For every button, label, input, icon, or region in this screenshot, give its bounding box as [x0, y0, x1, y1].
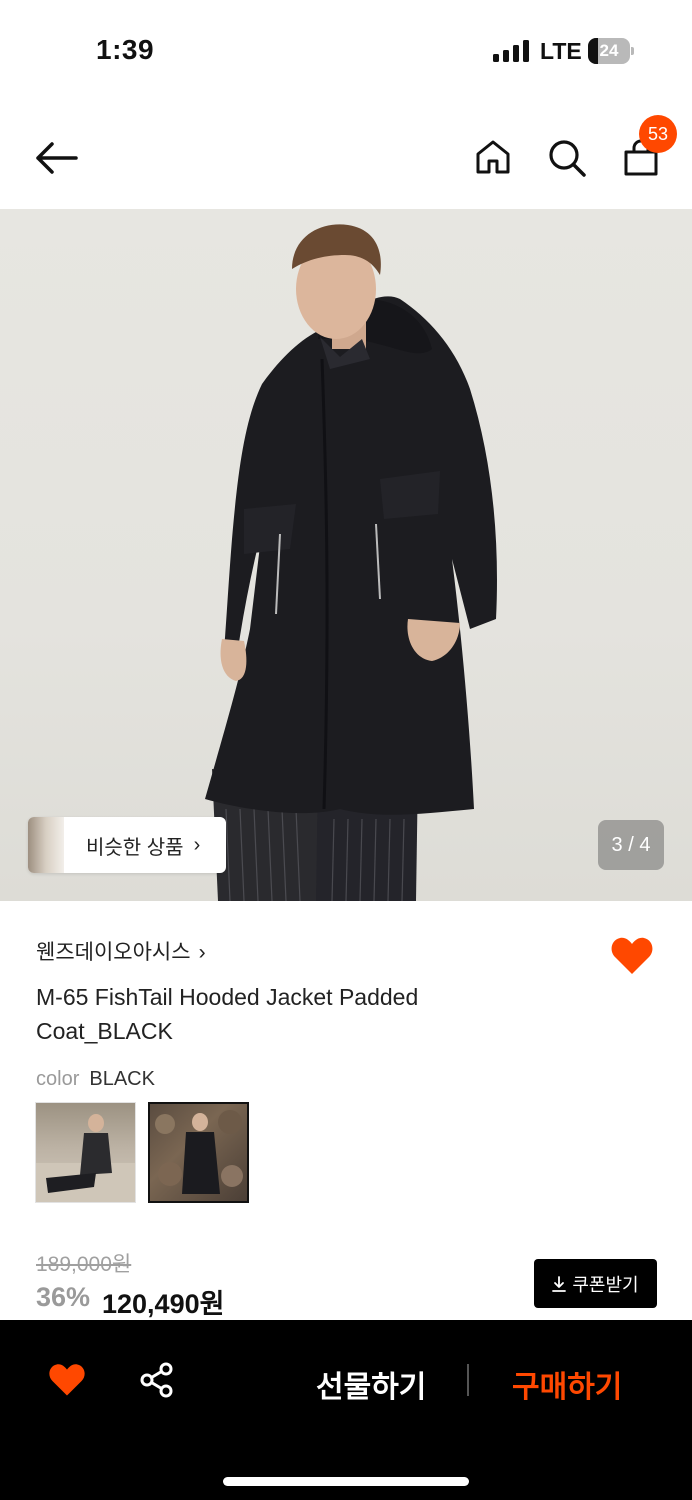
buy-button[interactable]: 구매하기	[512, 1362, 622, 1406]
original-price: 189,000원	[36, 1253, 132, 1276]
brand-link[interactable]: 웬즈데이오아시스 ›	[36, 936, 206, 966]
network-type: LTE	[540, 38, 582, 64]
color-row: color BLACK	[36, 1068, 155, 1091]
similar-products-button[interactable]: 비슷한 상품 ›	[28, 817, 226, 873]
back-arrow-icon[interactable]	[34, 138, 78, 178]
color-swatch-2-selected[interactable]	[148, 1102, 249, 1203]
color-swatch-1[interactable]	[35, 1102, 136, 1203]
image-page-indicator: 3 / 4	[598, 820, 664, 870]
heart-icon[interactable]	[48, 1362, 86, 1398]
battery-level: 24	[599, 41, 619, 60]
sale-price: 120,490원	[102, 1289, 225, 1319]
bottom-action-bar: 선물하기 구매하기	[0, 1320, 692, 1500]
share-icon[interactable]	[139, 1362, 175, 1398]
download-icon	[552, 1275, 567, 1292]
color-label: color	[36, 1068, 80, 1090]
discount-rate: 36%	[36, 1282, 91, 1312]
chevron-right-icon: ›	[198, 941, 206, 964]
status-bar: 1:39 LTE 24	[0, 0, 692, 100]
home-indicator	[223, 1477, 469, 1486]
color-value: BLACK	[89, 1068, 155, 1090]
top-nav	[0, 110, 692, 205]
status-time: 1:39	[96, 34, 155, 65]
search-icon[interactable]	[547, 138, 587, 178]
similar-products-label: 비슷한 상품	[86, 836, 184, 859]
product-image[interactable]	[0, 209, 692, 901]
similar-thumbnail	[28, 817, 64, 873]
brand-name: 웬즈데이오아시스	[36, 941, 191, 964]
home-icon[interactable]	[474, 138, 512, 176]
chevron-right-icon: ›	[193, 833, 201, 856]
cart-count-badge: 53	[639, 115, 677, 153]
product-photo	[205, 224, 497, 901]
heart-icon[interactable]	[610, 936, 654, 976]
signal-icon	[493, 40, 529, 62]
product-title: M-65 FishTail Hooded Jacket Padded Coat_…	[36, 984, 419, 1044]
coupon-download-button[interactable]: 쿠폰받기	[534, 1259, 657, 1308]
gift-button[interactable]: 선물하기	[316, 1362, 426, 1406]
divider	[467, 1364, 469, 1396]
coupon-label: 쿠폰받기	[572, 1274, 639, 1295]
battery-icon: 24	[588, 38, 634, 64]
